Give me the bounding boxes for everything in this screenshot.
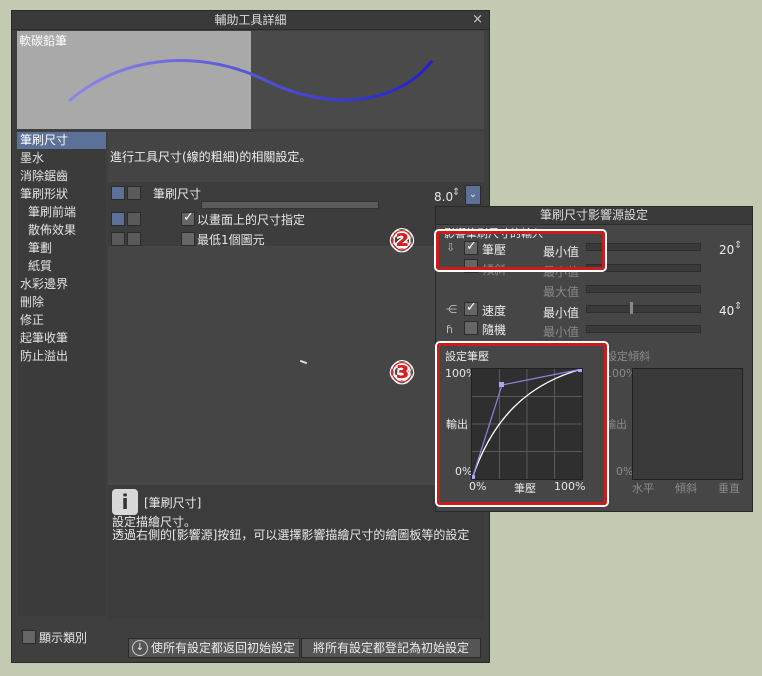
sidebar-item-erase[interactable]: 刪除 — [17, 294, 106, 311]
dialog-title: 輔助工具詳細 — [12, 11, 489, 30]
min-pixel-label: 最低1個圖元 — [197, 233, 265, 247]
speed-min-slider[interactable] — [586, 302, 701, 314]
expand-arrow-icon[interactable] — [127, 212, 141, 226]
random-label: 隨機 — [482, 323, 507, 337]
random-min-label: 最小值 — [543, 325, 580, 339]
sidebar-item-texture[interactable]: 紙質 — [17, 258, 106, 275]
spinner-icon[interactable]: ⇕ — [452, 187, 460, 198]
tilt-graph-y-bottom: 0% — [616, 465, 634, 478]
sidebar-item-ink[interactable]: 墨水 — [17, 150, 106, 167]
cursor-mark — [299, 359, 308, 365]
sidebar-item-spray[interactable]: 散佈效果 — [17, 222, 106, 239]
sidebar-item-stroke[interactable]: 筆劃 — [17, 240, 106, 257]
pressure-min-value[interactable]: 20 — [719, 243, 734, 257]
register-all-button[interactable]: 將所有設定都登記為初始設定 — [301, 638, 481, 658]
popup-title: 筆刷尺寸影響源設定 — [436, 207, 752, 225]
random-checkbox[interactable] — [464, 321, 478, 335]
sidebar-item-brush-shape[interactable]: 筆刷形狀 — [17, 186, 106, 203]
brush-size-settings: 筆刷尺寸 8.0 ⇕ ⌄ 以畫面上的尺寸指定 最低1個圖元 — [108, 182, 484, 247]
preview-stroke — [68, 59, 434, 103]
help-line-2: 透過右側的[影響源]按鈕，可以選擇影響描繪尺寸的繪圖板等的設定 — [112, 528, 470, 542]
annotation-badge-2: ② — [390, 224, 414, 257]
reset-all-label: 使所有設定都返回初始設定 — [150, 641, 295, 655]
help-panel: i [筆刷尺寸] 設定描繪尺寸。 透過右側的[影響源]按鈕，可以選擇影響描繪尺寸… — [108, 485, 484, 618]
sidebar-item-start-end[interactable]: 起筆收筆 — [17, 330, 106, 347]
info-icon: i — [112, 489, 138, 515]
expand-arrow-icon[interactable] — [127, 232, 141, 246]
tilt-graph-x-left: 水平 — [632, 482, 654, 495]
sidebar-item-correction[interactable]: 修正 — [17, 312, 106, 329]
spinner-icon[interactable]: ⇕ — [734, 301, 742, 312]
sidebar-item-antialias[interactable]: 消除鋸齒 — [17, 168, 106, 185]
random-icon: ɦ — [446, 323, 453, 336]
speed-min-value[interactable]: 40 — [719, 304, 734, 318]
category-description: 進行工具尺寸(線的粗細)的相關設定。 — [108, 132, 484, 180]
eye-icon[interactable] — [111, 232, 125, 246]
sidebar-item-brush-size[interactable]: 筆刷尺寸 — [17, 132, 106, 149]
tilt-graph-title: 設定傾斜 — [606, 350, 650, 363]
speed-min-label: 最小值 — [543, 306, 580, 320]
reset-all-button[interactable]: ↓ 使所有設定都返回初始設定 — [128, 638, 300, 658]
slider-handle[interactable] — [630, 302, 633, 314]
close-icon[interactable]: × — [472, 11, 483, 29]
annotation-badge-3: ③ — [390, 356, 414, 389]
sidebar-item-brush-tip[interactable]: 筆刷前端 — [17, 204, 106, 221]
eye-icon[interactable] — [111, 186, 125, 200]
sidebar-item-watercolor-edge[interactable]: 水彩邊界 — [17, 276, 106, 293]
brush-detail-dialog: 輔助工具詳細 × 軟碳鉛筆 筆刷尺寸 墨水 消除鋸齒 筆刷形狀 筆刷前端 散佈效… — [11, 10, 490, 663]
expand-arrow-icon[interactable] — [127, 186, 141, 200]
highlight-pressure-row — [436, 231, 605, 270]
screen-size-label: 以畫面上的尺寸指定 — [197, 213, 306, 227]
tilt-max-slider[interactable] — [586, 285, 701, 293]
brush-size-label: 筆刷尺寸 — [153, 187, 202, 201]
speed-icon: ⋲ — [446, 303, 457, 316]
screen-size-checkbox[interactable] — [181, 210, 195, 226]
tilt-graph-x-mid: 傾斜 — [675, 482, 697, 495]
eye-icon[interactable] — [111, 212, 125, 226]
min-pixel-checkbox[interactable] — [181, 232, 195, 246]
brush-size-slider[interactable] — [201, 201, 379, 209]
reset-icon: ↓ — [132, 640, 148, 656]
sidebar-item-prevent-overflow[interactable]: 防止溢出 — [17, 348, 106, 365]
empty-settings-area — [108, 247, 484, 482]
tilt-max-label: 最大值 — [543, 285, 580, 299]
help-title: [筆刷尺寸] — [144, 496, 202, 510]
tilt-graph-y-axis: 輸出 — [605, 418, 627, 431]
random-min-slider[interactable] — [586, 325, 701, 333]
category-sidebar: 筆刷尺寸 墨水 消除鋸齒 筆刷形狀 筆刷前端 散佈效果 筆劃 紙質 水彩邊界 刪… — [17, 132, 106, 645]
show-category-checkbox[interactable] — [22, 630, 36, 644]
brush-size-value[interactable]: 8.0 — [434, 190, 453, 204]
spinner-icon[interactable]: ⇕ — [734, 240, 742, 251]
highlight-pressure-graph — [437, 343, 607, 505]
speed-label: 速度 — [482, 304, 507, 318]
speed-checkbox[interactable] — [464, 300, 478, 316]
settings-content: 進行工具尺寸(線的粗細)的相關設定。 筆刷尺寸 8.0 ⇕ ⌄ 以畫面上的尺寸指… — [108, 132, 484, 618]
tilt-graph-x-right: 垂直 — [718, 482, 740, 495]
show-category-label: 顯示類別 — [39, 631, 88, 645]
tilt-curve-graph — [632, 368, 743, 480]
stroke-preview: 軟碳鉛筆 — [17, 31, 484, 129]
influence-source-button[interactable]: ⌄ — [465, 185, 481, 205]
